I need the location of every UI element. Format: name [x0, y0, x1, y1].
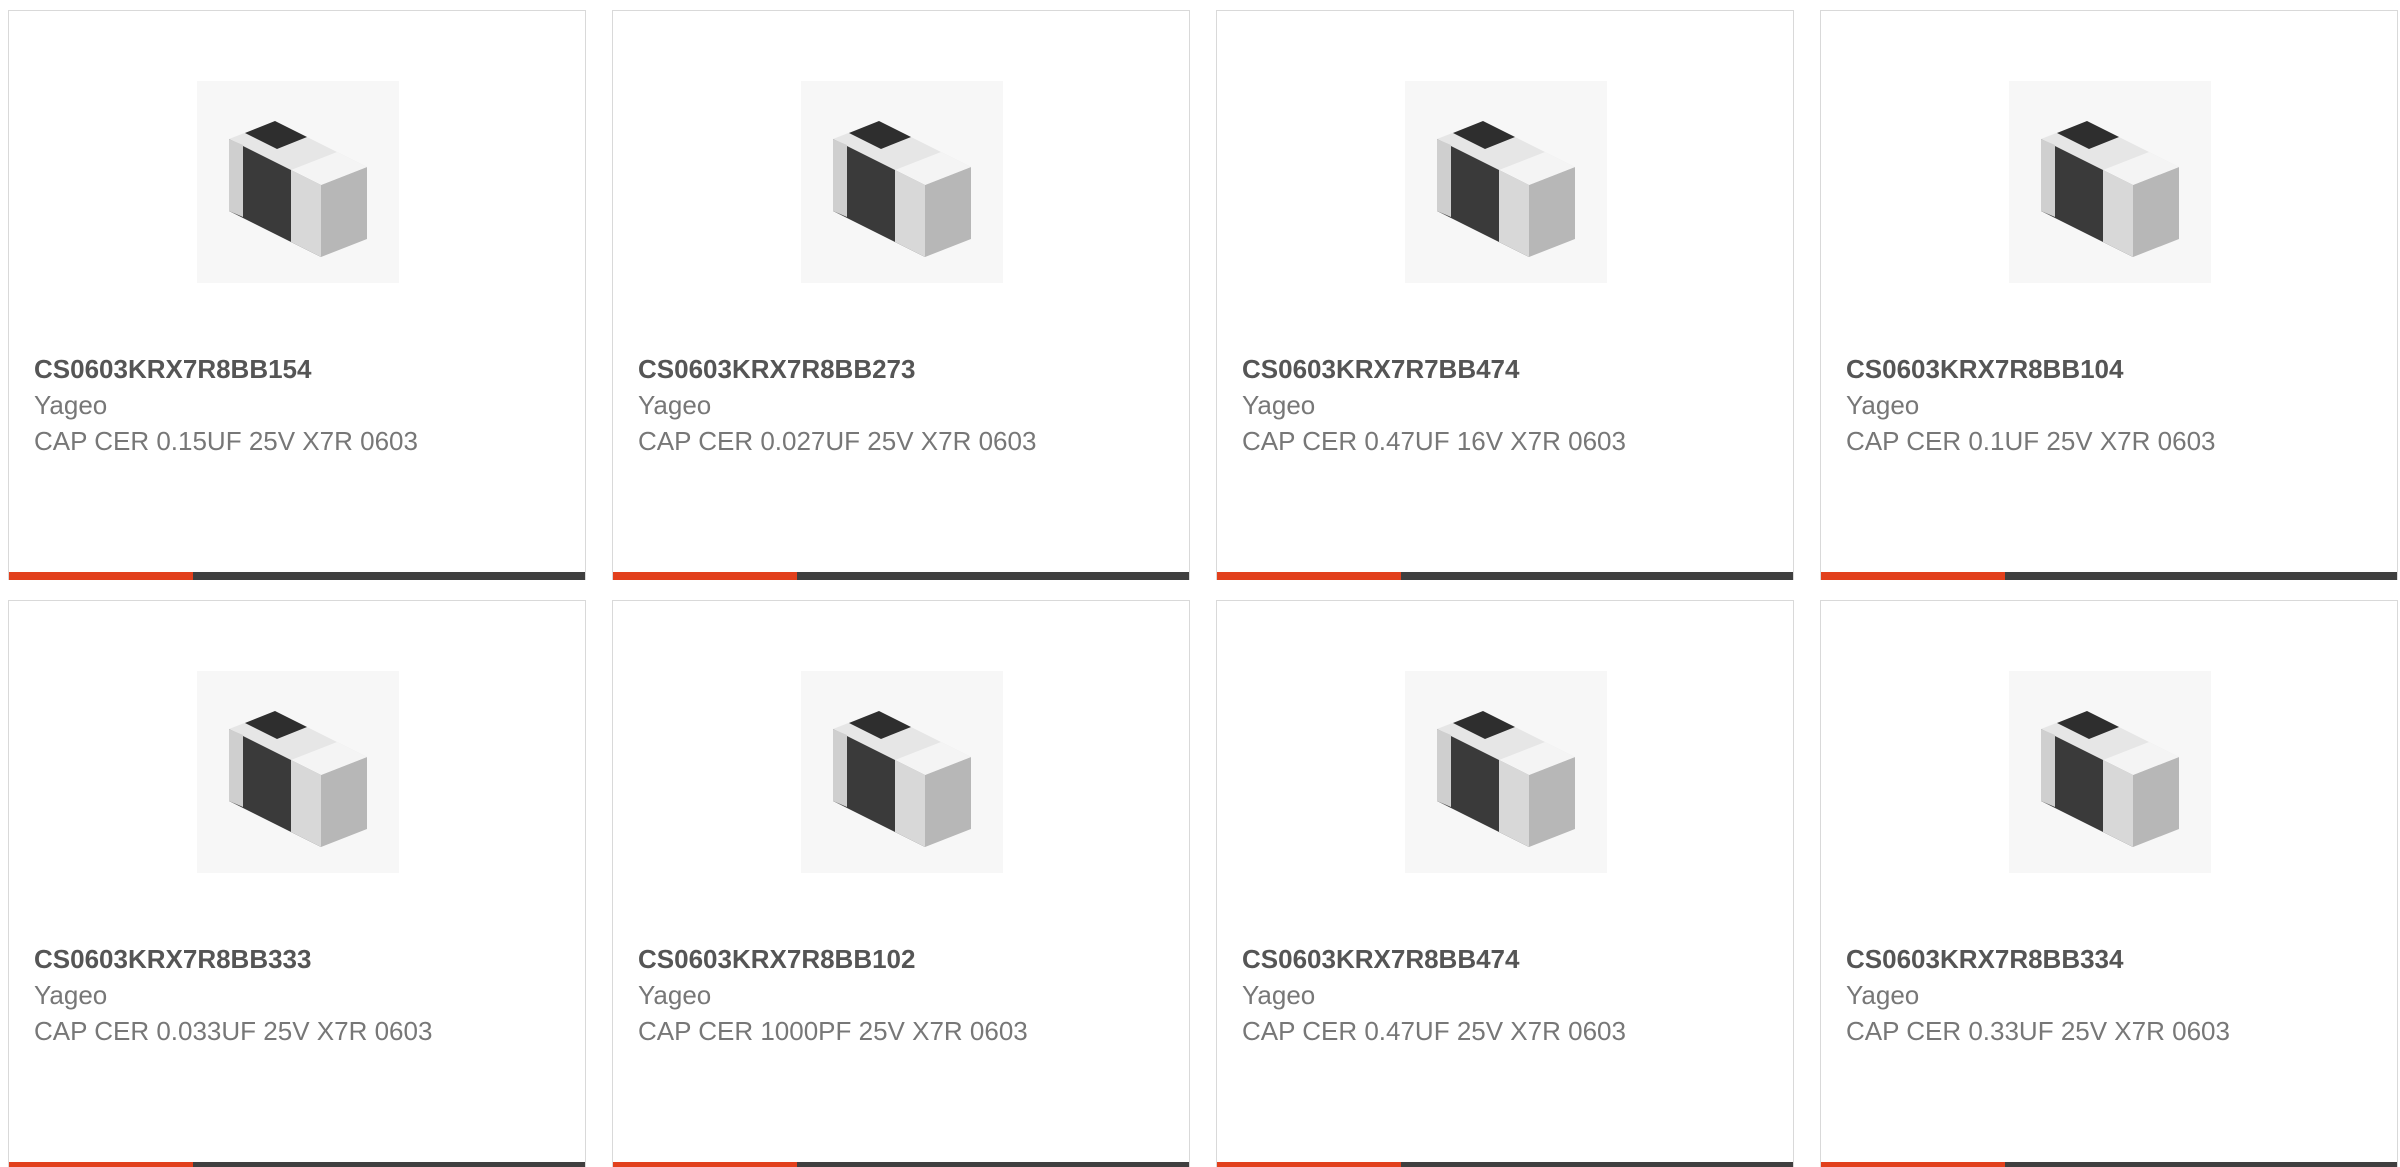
product-description: CAP CER 0.47UF 16V X7R 0603	[1242, 426, 1626, 456]
part-number[interactable]: CS0603KRX7R8BB334	[1846, 941, 2266, 977]
product-image[interactable]	[197, 671, 399, 873]
card-footer-bar	[613, 1162, 1189, 1167]
manufacturer-name: Yageo	[638, 390, 712, 420]
smd-capacitor-icon	[2041, 121, 2179, 257]
product-description: CAP CER 0.47UF 25V X7R 0603	[1242, 1016, 1626, 1046]
product-description: CAP CER 0.1UF 25V X7R 0603	[1846, 426, 2216, 456]
card-footer-bar	[9, 572, 585, 580]
product-image[interactable]	[801, 81, 1003, 283]
card-accent-bar	[613, 572, 797, 580]
card-footer-bar	[1217, 572, 1793, 580]
product-grid: CS0603KRX7R8BB154 Yageo CAP CER 0.15UF 2…	[8, 10, 2400, 1167]
manufacturer-name: Yageo	[1242, 980, 1316, 1010]
product-description: CAP CER 0.027UF 25V X7R 0603	[638, 426, 1037, 456]
product-card[interactable]: CS0603KRX7R8BB102 Yageo CAP CER 1000PF 2…	[612, 600, 1190, 1167]
smd-capacitor-icon	[1437, 121, 1575, 257]
manufacturer-name: Yageo	[1846, 390, 1920, 420]
manufacturer-name: Yageo	[34, 390, 108, 420]
product-card[interactable]: CS0603KRX7R7BB474 Yageo CAP CER 0.47UF 1…	[1216, 10, 1794, 580]
smd-capacitor-icon	[833, 711, 971, 847]
smd-capacitor-icon	[229, 711, 367, 847]
product-image[interactable]	[2009, 671, 2211, 873]
product-image[interactable]	[2009, 81, 2211, 283]
smd-capacitor-icon	[2041, 711, 2179, 847]
manufacturer-name: Yageo	[638, 980, 712, 1010]
card-accent-bar	[1217, 572, 1401, 580]
card-accent-bar	[9, 1162, 193, 1167]
card-accent-bar	[1821, 1162, 2005, 1167]
product-card[interactable]: CS0603KRX7R8BB273 Yageo CAP CER 0.027UF …	[612, 10, 1190, 580]
part-number[interactable]: CS0603KRX7R8BB333	[34, 941, 454, 977]
card-accent-bar	[1821, 572, 2005, 580]
product-description: CAP CER 0.033UF 25V X7R 0603	[34, 1016, 433, 1046]
manufacturer-name: Yageo	[34, 980, 108, 1010]
product-card[interactable]: CS0603KRX7R8BB474 Yageo CAP CER 0.47UF 2…	[1216, 600, 1794, 1167]
card-footer-bar	[613, 572, 1189, 580]
product-card[interactable]: CS0603KRX7R8BB154 Yageo CAP CER 0.15UF 2…	[8, 10, 586, 580]
smd-capacitor-icon	[229, 121, 367, 257]
part-number[interactable]: CS0603KRX7R8BB102	[638, 941, 1058, 977]
part-number[interactable]: CS0603KRX7R8BB273	[638, 351, 1058, 387]
card-accent-bar	[9, 572, 193, 580]
card-footer-bar	[9, 1162, 585, 1167]
product-card[interactable]: CS0603KRX7R8BB334 Yageo CAP CER 0.33UF 2…	[1820, 600, 2398, 1167]
smd-capacitor-icon	[1437, 711, 1575, 847]
card-footer-bar	[1821, 1162, 2397, 1167]
manufacturer-name: Yageo	[1242, 390, 1316, 420]
product-description: CAP CER 0.33UF 25V X7R 0603	[1846, 1016, 2230, 1046]
part-number[interactable]: CS0603KRX7R7BB474	[1242, 351, 1662, 387]
card-accent-bar	[1217, 1162, 1401, 1167]
product-image[interactable]	[801, 671, 1003, 873]
product-image[interactable]	[1405, 671, 1607, 873]
card-footer-bar	[1821, 572, 2397, 580]
product-description: CAP CER 0.15UF 25V X7R 0603	[34, 426, 418, 456]
smd-capacitor-icon	[833, 121, 971, 257]
product-image[interactable]	[197, 81, 399, 283]
product-card[interactable]: CS0603KRX7R8BB104 Yageo CAP CER 0.1UF 25…	[1820, 10, 2398, 580]
product-image[interactable]	[1405, 81, 1607, 283]
product-description: CAP CER 1000PF 25V X7R 0603	[638, 1016, 1028, 1046]
part-number[interactable]: CS0603KRX7R8BB474	[1242, 941, 1662, 977]
part-number[interactable]: CS0603KRX7R8BB154	[34, 351, 454, 387]
product-card[interactable]: CS0603KRX7R8BB333 Yageo CAP CER 0.033UF …	[8, 600, 586, 1167]
part-number[interactable]: CS0603KRX7R8BB104	[1846, 351, 2266, 387]
card-accent-bar	[613, 1162, 797, 1167]
manufacturer-name: Yageo	[1846, 980, 1920, 1010]
card-footer-bar	[1217, 1162, 1793, 1167]
